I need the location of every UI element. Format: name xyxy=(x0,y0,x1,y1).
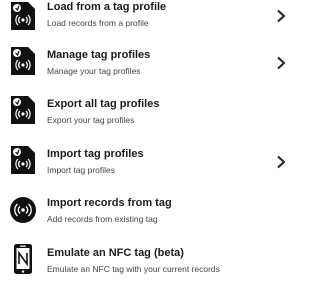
menu-item-title: Emulate an NFC tag (beta) xyxy=(47,247,184,259)
phone-nfc-icon xyxy=(12,243,34,275)
menu-item-title: Load from a tag profile xyxy=(47,1,167,13)
chevron-right-icon xyxy=(276,155,286,169)
tag-profile-menu: Load from a tag profile Load records fro… xyxy=(0,0,300,300)
menu-item-import-tag-profiles[interactable]: Import tag profiles Import tag profiles xyxy=(0,138,300,186)
menu-item-subtitle: Import tag profiles xyxy=(47,165,116,175)
menu-item-subtitle: Load records from a profile xyxy=(47,18,149,28)
tag-profile-icon xyxy=(10,95,36,125)
tag-profile-icon xyxy=(10,46,36,76)
chevron-right-icon xyxy=(276,56,286,70)
menu-item-export-all-tag-profiles[interactable]: Export all tag profiles Export your tag … xyxy=(0,89,300,137)
tag-profile-icon xyxy=(10,1,36,31)
menu-item-title: Import records from tag xyxy=(47,197,172,209)
menu-item-emulate-nfc-tag[interactable]: Emulate an NFC tag (beta) Emulate an NFC… xyxy=(0,237,300,285)
menu-item-manage-tag-profiles[interactable]: Manage tag profiles Manage your tag prof… xyxy=(0,40,300,88)
menu-item-import-records-from-tag[interactable]: Import records from tag Add records from… xyxy=(0,187,300,235)
menu-item-title: Manage tag profiles xyxy=(47,49,151,61)
menu-item-load-from-tag-profile[interactable]: Load from a tag profile Load records fro… xyxy=(0,0,300,40)
menu-item-title: Import tag profiles xyxy=(47,148,144,160)
menu-item-subtitle: Add records from existing tag xyxy=(47,214,158,224)
menu-item-subtitle: Export your tag profiles xyxy=(47,115,135,125)
menu-item-title: Export all tag profiles xyxy=(47,98,160,110)
tag-profile-icon xyxy=(10,145,36,175)
menu-item-subtitle: Manage your tag profiles xyxy=(47,66,141,76)
chevron-right-icon xyxy=(276,9,286,23)
nfc-read-icon xyxy=(9,196,37,224)
menu-item-subtitle: Emulate an NFC tag with your current rec… xyxy=(47,264,220,274)
